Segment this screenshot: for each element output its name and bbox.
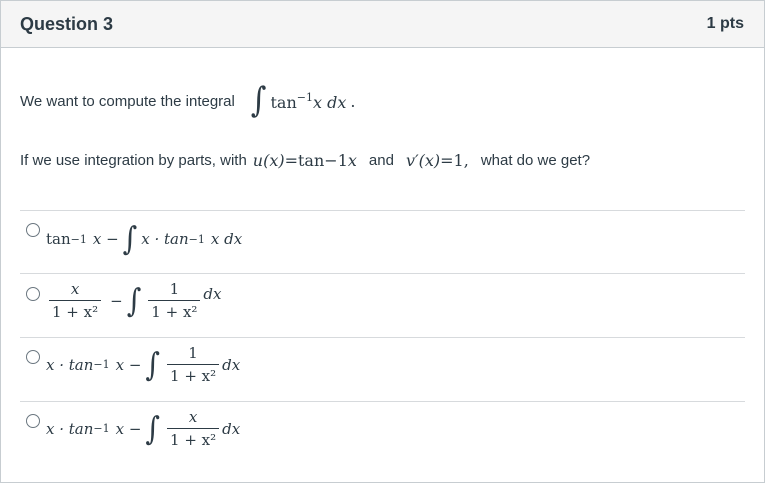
integral-sign: ∫ bbox=[122, 219, 138, 258]
answer-option-3[interactable]: x · tan −1 x − ∫ 1 1 + x² dx bbox=[20, 337, 745, 401]
question-prompt-line-1: We want to compute the integral ∫ tan−1x… bbox=[20, 80, 356, 121]
radio-button[interactable] bbox=[26, 350, 40, 364]
answer-option-4[interactable]: x · tan −1 x − ∫ x 1 + x² dx bbox=[20, 401, 745, 464]
radio-button[interactable] bbox=[26, 414, 40, 428]
integral-sign: ∫ bbox=[250, 80, 267, 121]
question-title: Question 3 bbox=[20, 13, 114, 34]
question-header: Question 3 1 pts bbox=[1, 1, 764, 48]
radio-button[interactable] bbox=[26, 223, 40, 237]
question-card: Question 3 1 pts We want to compute the … bbox=[0, 0, 765, 483]
radio-button[interactable] bbox=[26, 287, 40, 301]
answer-option-2[interactable]: x 1 + x² − ∫ 1 1 + x² dx bbox=[20, 273, 745, 337]
answer-list: tan −1 x − ∫ x · tan −1 x dx x 1 + x² − ∫ … bbox=[20, 210, 745, 464]
fraction: x 1 + x² bbox=[49, 280, 102, 321]
answer-option-1[interactable]: tan −1 x − ∫ x · tan −1 x dx bbox=[20, 210, 745, 273]
question-prompt-line-2: If we use integration by parts, with u(x… bbox=[20, 151, 591, 170]
fraction: 1 1 + x² bbox=[148, 280, 201, 321]
fraction: x 1 + x² bbox=[167, 408, 220, 449]
integral-sign: ∫ bbox=[145, 408, 161, 447]
integrand: tan−1x dx bbox=[270, 90, 347, 112]
question-points: 1 pts bbox=[706, 15, 744, 32]
integral-sign: ∫ bbox=[145, 344, 161, 383]
fraction: 1 1 + x² bbox=[167, 344, 220, 385]
prompt-text: We want to compute the integral bbox=[20, 92, 235, 110]
integral-sign: ∫ bbox=[126, 280, 142, 319]
